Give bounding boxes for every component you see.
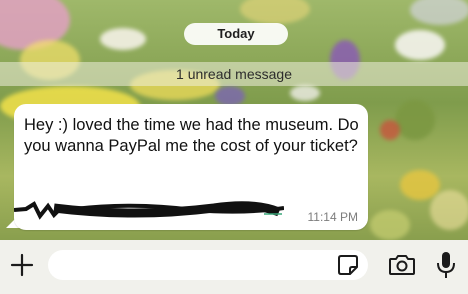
message-text: Hey :) loved the time we had the museum.… <box>24 116 359 155</box>
date-separator: Today <box>184 23 288 45</box>
redacted-scribble <box>14 201 284 220</box>
message-input[interactable] <box>48 250 368 280</box>
sticker-icon[interactable] <box>337 254 359 276</box>
message-timestamp: 11:14 PM <box>307 210 358 224</box>
plus-icon[interactable] <box>8 251 36 279</box>
microphone-icon[interactable] <box>434 250 458 280</box>
incoming-message-bubble[interactable]: Hey :) loved the time we had the museum.… <box>14 104 368 230</box>
composer-bar <box>0 240 468 294</box>
camera-icon[interactable] <box>388 252 416 278</box>
unread-banner: 1 unread message <box>0 62 468 86</box>
